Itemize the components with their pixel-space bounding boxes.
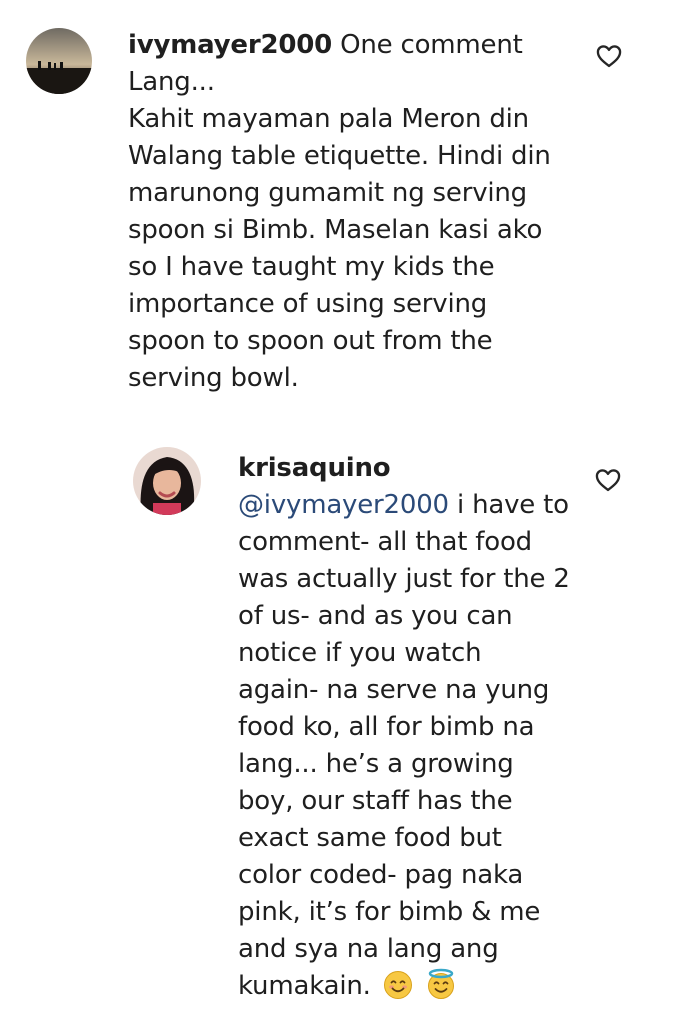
smiling-face-emoji	[383, 970, 413, 1011]
reply-text-line: exact same food but	[238, 823, 502, 853]
like-button[interactable]	[595, 42, 623, 70]
reply-text-line: was actually just for the 2	[238, 564, 570, 594]
mention-link[interactable]: @ivymayer2000	[238, 490, 449, 520]
comment-username[interactable]: ivymayer2000	[128, 30, 332, 60]
reply-text-line: notice if you watch	[238, 638, 482, 668]
reply-text-line: of us- and as you can	[238, 601, 513, 631]
reply-body: krisaquino @ivymayer2000 i have to comme…	[238, 450, 638, 1011]
reply-text-line: and sya na lang ang	[238, 934, 499, 964]
reply-text-line: color coded- pag naka	[238, 860, 524, 890]
reply-text-line: food ko, all for bimb na	[238, 712, 535, 742]
reply-text-line: again- na serve na yung	[238, 675, 550, 705]
comment-text-line: Kahit mayaman pala Meron din	[128, 104, 529, 134]
reply-text-line: pink, it’s for bimb & me	[238, 897, 541, 927]
comment-item: ivymayer2000 One comment Lang... Kahit m…	[0, 0, 675, 420]
smiling-face-with-halo-emoji	[425, 968, 457, 1011]
comment-text-line: Lang...	[128, 67, 215, 97]
reply-text-line: i have to	[456, 490, 569, 520]
comment-text-line: so I have taught my kids the	[128, 252, 495, 282]
heart-outline-icon	[596, 45, 622, 68]
comment-text-line: Walang table etiquette. Hindi din	[128, 141, 551, 171]
reply-text-line: boy, our staff has the	[238, 786, 513, 816]
reply-text-line: kumakain.	[238, 971, 371, 1001]
comment-text-line: spoon si Bimb. Maselan kasi ako	[128, 215, 543, 245]
comment-text-line: marunong gumamit ng serving	[128, 178, 527, 208]
reply-item: krisaquino @ivymayer2000 i have to comme…	[0, 430, 675, 1024]
comment-text-line: spoon to spoon out from the	[128, 326, 493, 356]
like-button[interactable]	[594, 466, 622, 494]
comment-body: ivymayer2000 One comment Lang... Kahit m…	[128, 27, 598, 397]
reply-text-line: lang... he’s a growing	[238, 749, 514, 779]
comment-text-line: One comment	[340, 30, 523, 60]
comment-text-line: serving bowl.	[128, 363, 299, 393]
commenter-avatar[interactable]	[26, 28, 92, 94]
reply-text-line: comment- all that food	[238, 527, 532, 557]
reply-avatar[interactable]	[133, 447, 201, 515]
heart-outline-icon	[595, 469, 621, 492]
comment-text-line: importance of using serving	[128, 289, 488, 319]
reply-username[interactable]: krisaquino	[238, 450, 638, 487]
